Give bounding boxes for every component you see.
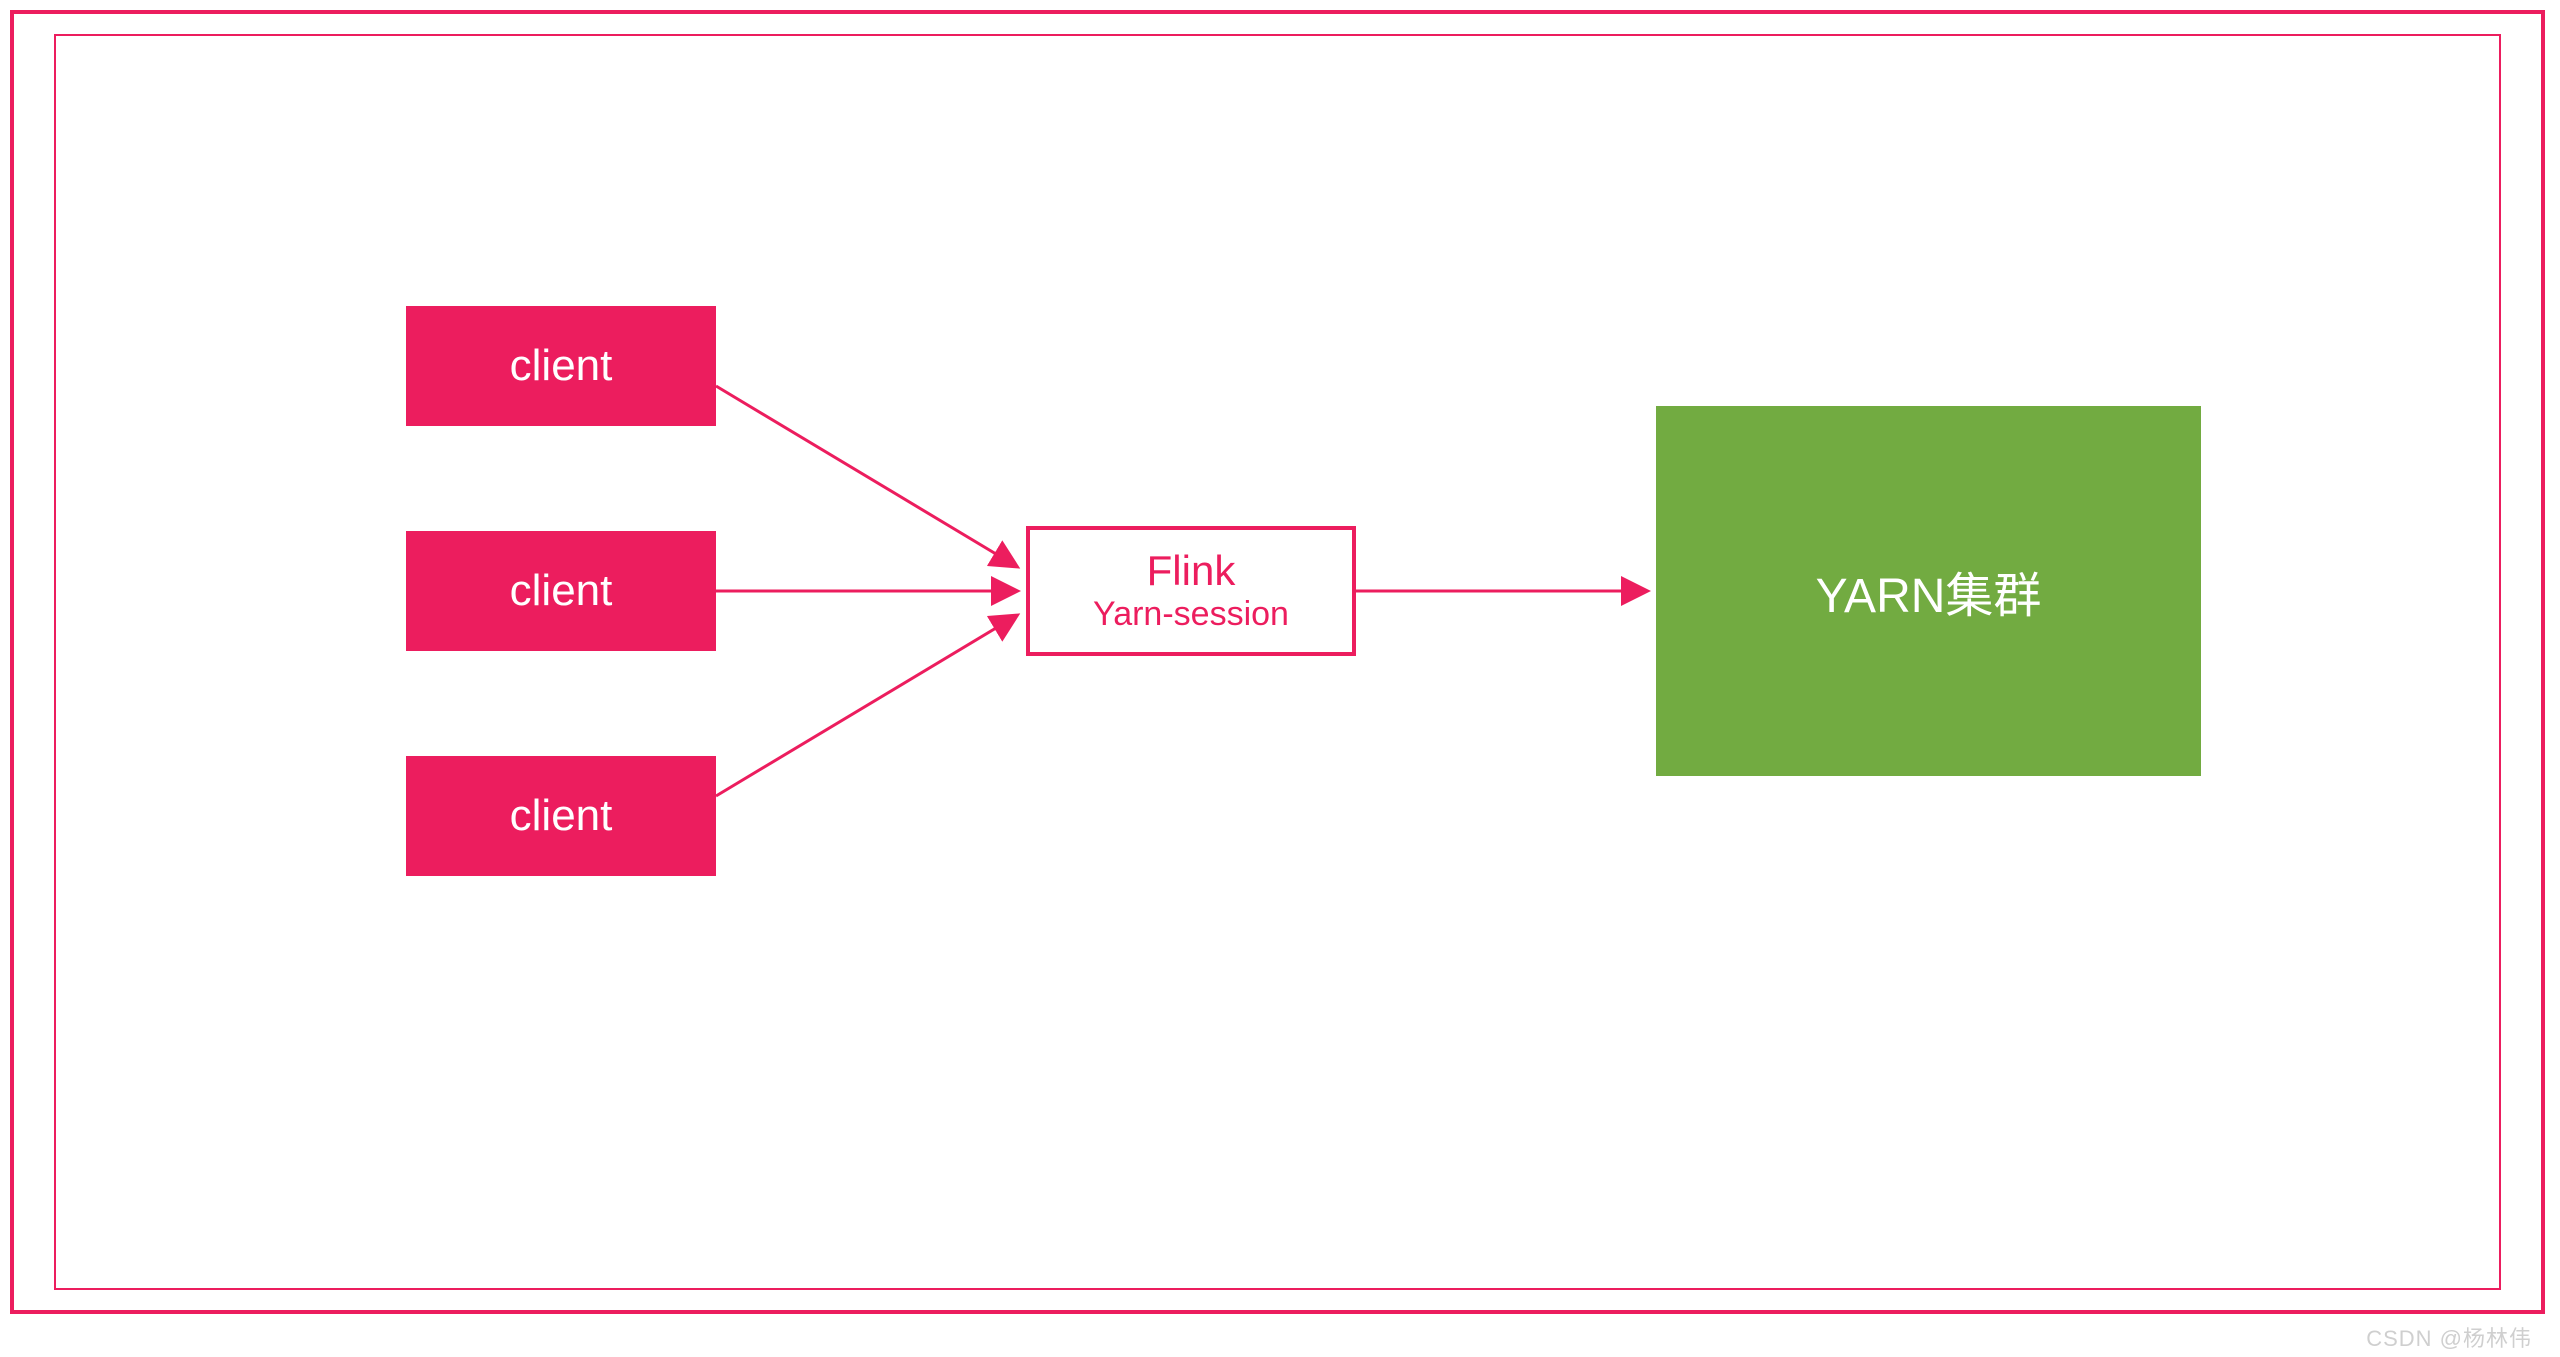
client-node-3: client — [406, 756, 716, 876]
flink-node-subtitle: Yarn-session — [1093, 594, 1289, 635]
arrow-client1-flink — [716, 386, 1016, 566]
flink-node: Flink Yarn-session — [1026, 526, 1356, 656]
client-node-1-label: client — [510, 341, 613, 391]
flink-node-title: Flink — [1147, 548, 1236, 594]
watermark-text: CSDN @杨林伟 — [2366, 1321, 2532, 1353]
diagram-outer-frame: client client client Flink Yarn-session … — [10, 10, 2545, 1314]
client-node-3-label: client — [510, 791, 613, 841]
client-node-1: client — [406, 306, 716, 426]
yarn-cluster-label: YARN集群 — [1816, 556, 2042, 626]
arrow-client3-flink — [716, 616, 1016, 796]
diagram-inner-frame: client client client Flink Yarn-session … — [54, 34, 2501, 1290]
client-node-2-label: client — [510, 566, 613, 616]
yarn-cluster-node: YARN集群 — [1656, 406, 2201, 776]
client-node-2: client — [406, 531, 716, 651]
